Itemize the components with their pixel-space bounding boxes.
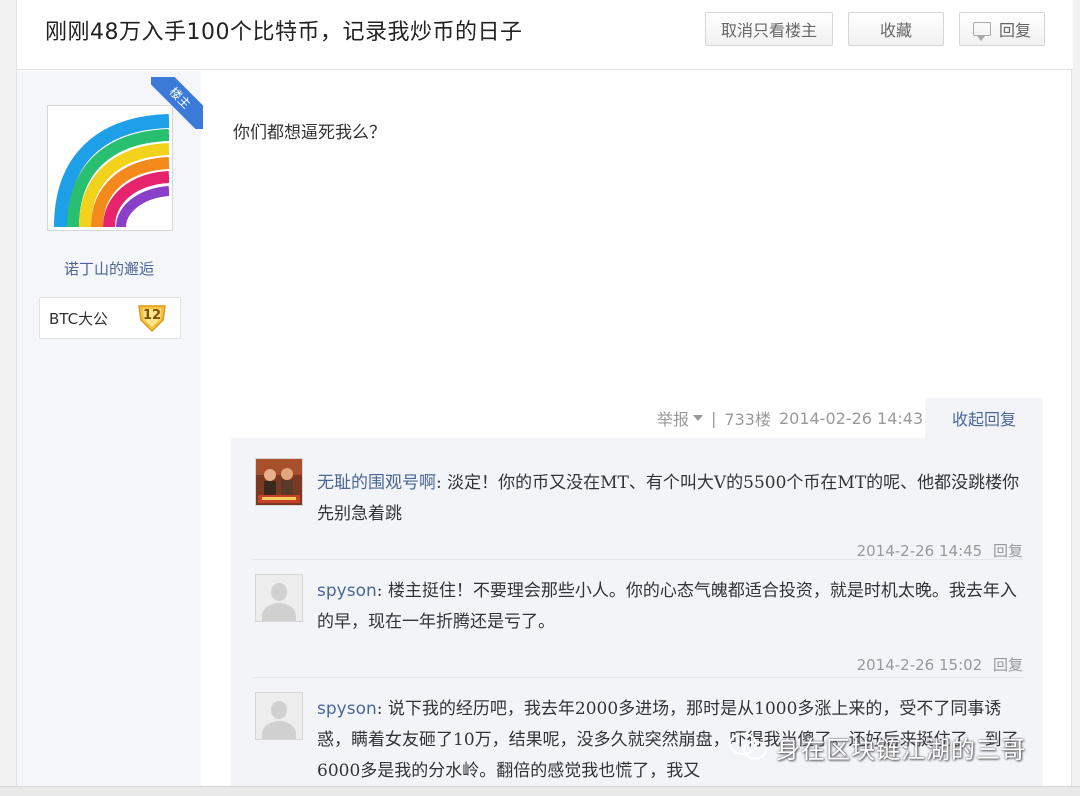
photo-avatar-image <box>256 459 302 505</box>
post-meta: 举报 | 733楼 2014-02-26 14:43 <box>657 406 923 430</box>
comment-bubble-icon <box>972 22 991 41</box>
report-link[interactable]: 举报 <box>657 406 689 430</box>
reply-text: spyson: 楼主挺住！不要理会那些小人。你的心态气魄都适合投资，就是时机太晚… <box>317 576 1023 638</box>
default-user-icon <box>256 693 302 739</box>
favorite-button[interactable]: 收藏 <box>848 12 944 46</box>
watermark: 身在区块链江湖的三哥 <box>728 730 1026 764</box>
reply-time: 2014-2-26 14:45 <box>856 542 983 560</box>
reply-link[interactable]: 回复 <box>993 542 1023 560</box>
post-time: 2014-02-26 14:43 <box>778 408 924 428</box>
page: 刚刚48万入手100个比特币，记录我炒币的日子 取消只看楼主 收藏 回复 楼主 … <box>16 0 1073 796</box>
watermark-text: 身在区块链江湖的三哥 <box>776 735 1026 764</box>
reply-link[interactable]: 回复 <box>993 656 1023 674</box>
reply-avatar[interactable] <box>255 692 303 740</box>
reply-username[interactable]: 无耻的围观号啊 <box>317 473 436 493</box>
level-badge-icon: 12 <box>136 302 168 338</box>
wechat-icon <box>728 732 768 762</box>
reply-button-label: 回复 <box>998 21 1031 40</box>
reply-button[interactable]: 回复 <box>959 12 1045 46</box>
reply-avatar[interactable] <box>255 458 303 506</box>
post-content: 你们都想逼死我么？ <box>233 123 386 143</box>
default-user-icon <box>256 575 302 621</box>
reply-username[interactable]: spyson <box>317 699 377 719</box>
reply-text: 无耻的围观号啊: 淡定！你的币又没在MT、有个叫大V的5500个币在MT的呢、他… <box>317 468 1023 530</box>
reply-item: spyson: 楼主挺住！不要理会那些小人。你的心态气魄都适合投资，就是时机太晚… <box>253 560 1023 678</box>
thread-title: 刚刚48万入手100个比特币，记录我炒币的日子 <box>45 20 523 45</box>
reply-meta: 2014-2-26 14:45 回复 <box>857 540 1023 561</box>
author-rank: BTC大公 12 <box>39 297 181 339</box>
reply-body: : 楼主挺住！不要理会那些小人。你的心态气魄都适合投资，就是时机太晚。我去年入的… <box>317 581 1017 632</box>
reply-username[interactable]: spyson <box>317 581 377 601</box>
floor-number: 733楼 <box>724 410 771 429</box>
caret-down-icon[interactable] <box>693 415 704 421</box>
reply-avatar[interactable] <box>255 574 303 622</box>
browser-status-strip <box>0 786 1080 796</box>
reply-time: 2014-2-26 15:02 <box>856 656 983 674</box>
author-sidebar: 楼主 诺丁山的邂逅 BTC大公 12 <box>17 71 203 796</box>
thread-header: 刚刚48万入手100个比特币，记录我炒币的日子 取消只看楼主 收藏 回复 <box>17 0 1073 70</box>
level-number: 12 <box>142 308 162 323</box>
collapse-replies-button[interactable]: 收起回复 <box>925 398 1043 438</box>
author-username[interactable]: 诺丁山的邂逅 <box>17 258 201 279</box>
meta-separator: | <box>711 408 717 428</box>
reply-meta: 2014-2-26 15:02 回复 <box>857 654 1023 675</box>
reply-item: 无耻的围观号啊: 淡定！你的币又没在MT、有个叫大V的5500个币在MT的呢、他… <box>253 452 1023 560</box>
op-badge: 楼主 <box>151 77 203 129</box>
cancel-only-op-button[interactable]: 取消只看楼主 <box>705 12 833 46</box>
rank-name: BTC大公 <box>49 309 109 328</box>
